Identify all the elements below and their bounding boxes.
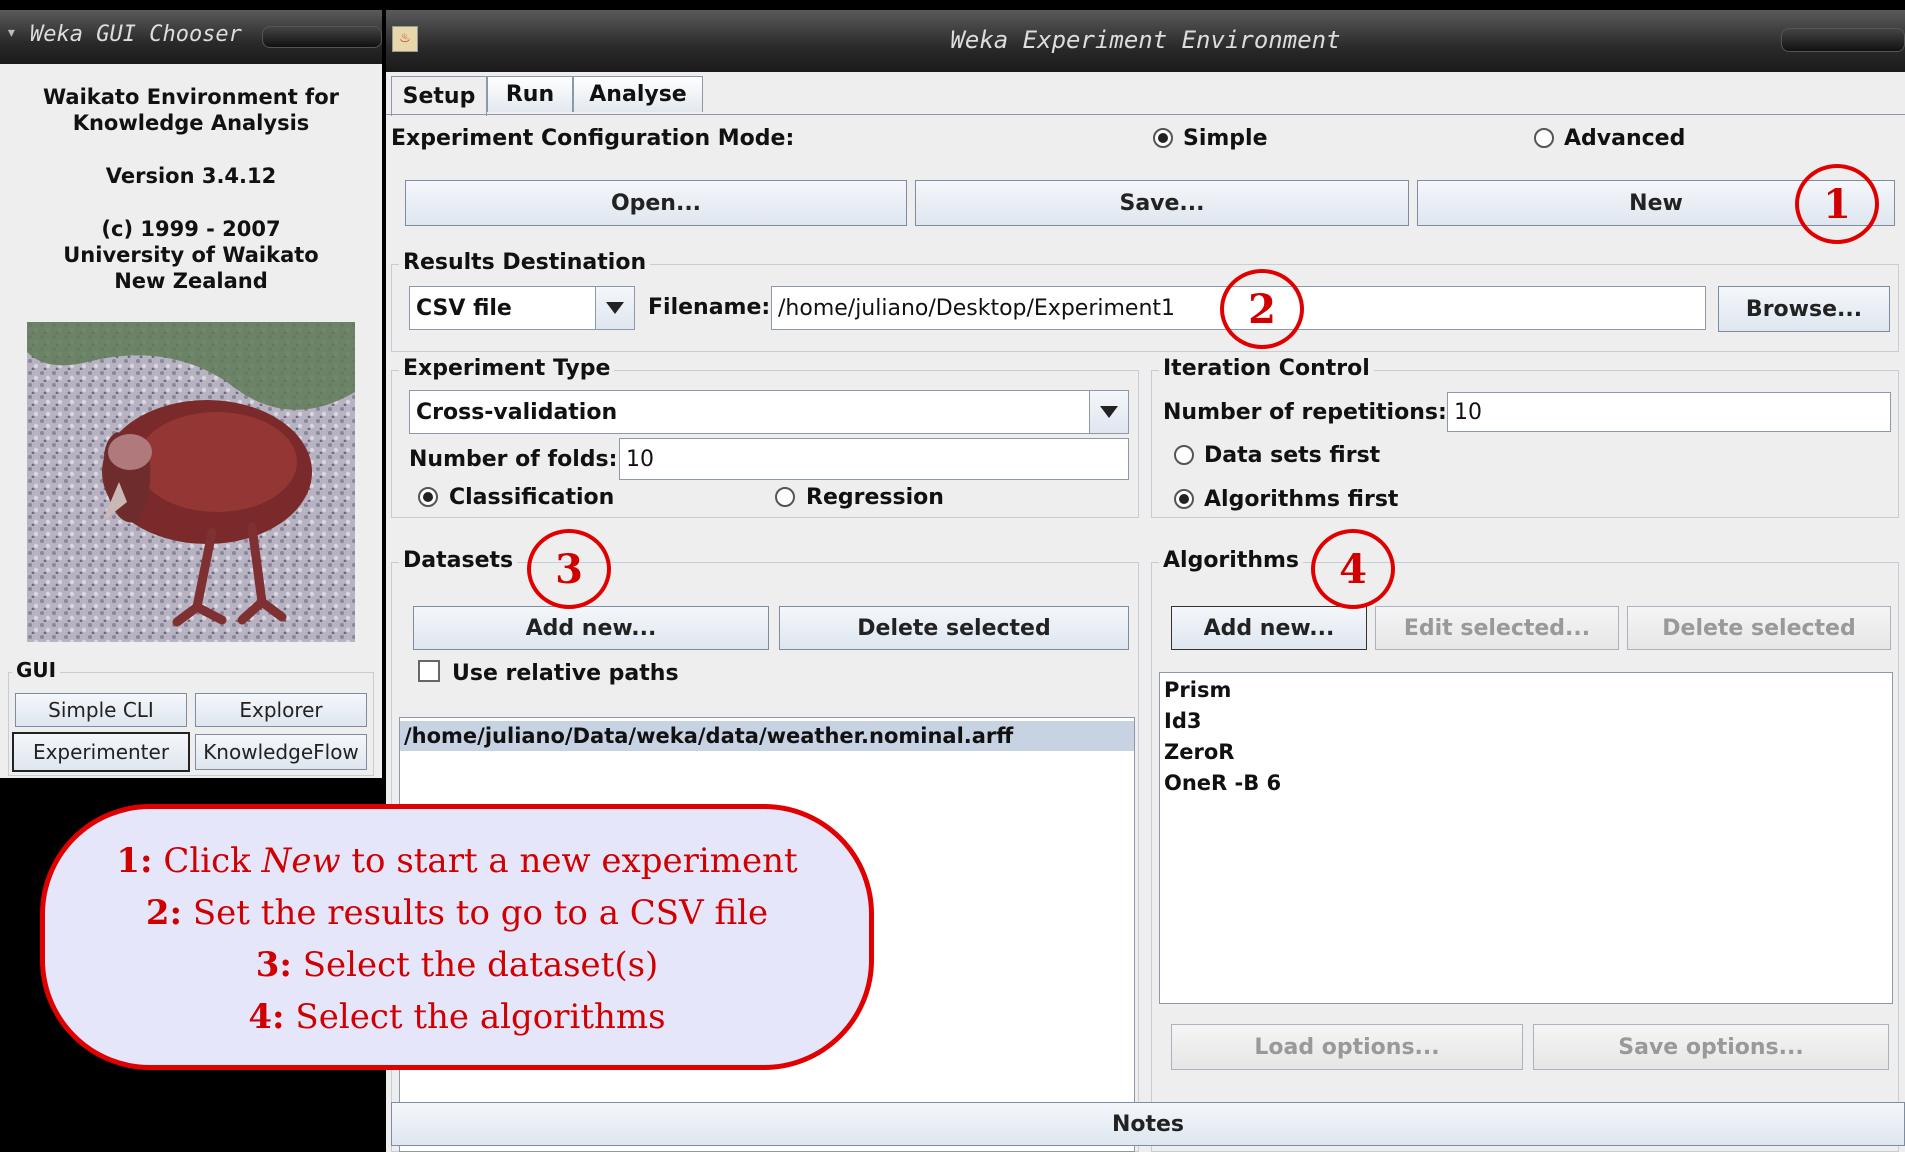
chooser-titlebar[interactable]: ▾ Weka GUI Chooser [0,10,382,64]
experiment-type-legend: Experiment Type [399,356,615,381]
save-button[interactable]: Save... [915,180,1409,226]
about-org2: New Zealand [114,269,268,293]
iteration-control-legend: Iteration Control [1159,356,1374,381]
annotation-circle-1: 1 [1795,164,1879,244]
titlebar-controls[interactable] [262,26,382,48]
relative-paths-checkbox[interactable] [418,660,440,682]
about-org1: University of Waikato [63,243,319,267]
mode-simple-label[interactable]: Simple [1183,126,1268,151]
data-sets-first-label[interactable]: Data sets first [1204,443,1380,468]
explorer-button[interactable]: Explorer [195,693,367,727]
save-options-button[interactable]: Save options... [1533,1024,1889,1070]
relative-paths-label[interactable]: Use relative paths [452,661,679,686]
list-item[interactable]: OneR -B 6 [1160,770,1892,797]
callout-line-3: 3: Select the dataset(s) [255,945,659,985]
notes-button[interactable]: Notes [391,1102,1905,1146]
list-item[interactable]: ZeroR [1160,739,1892,766]
algorithms-legend: Algorithms [1159,548,1304,573]
chooser-title: Weka GUI Chooser [30,22,242,47]
experiment-type-dropdown-icon[interactable] [1089,391,1128,433]
folds-label: Number of folds: [409,447,618,472]
tab-setup[interactable]: Setup [391,76,487,116]
regression-radio[interactable] [775,486,795,507]
browse-button[interactable]: Browse... [1718,286,1890,332]
experiment-titlebar[interactable]: ♨ Weka Experiment Environment [386,10,1905,72]
results-destination-legend: Results Destination [399,250,651,275]
experiment-type-combo[interactable]: Cross-validation [409,390,1129,434]
callout-line-4: 4: Select the algorithms [248,997,666,1037]
classification-radio[interactable] [418,486,438,507]
datasets-legend: Datasets [399,548,518,573]
filename-label: Filename: [648,295,771,320]
instructions-callout: 1: Click New to start a new experiment 2… [40,804,874,1070]
list-item[interactable]: /home/juliano/Data/weka/data/weather.nom… [400,721,1134,751]
datasets-delete-button[interactable]: Delete selected [779,606,1129,650]
mode-advanced-label[interactable]: Advanced [1564,126,1685,151]
chooser-window: Waikato Environment for Knowledge Analys… [0,64,382,778]
mode-advanced-radio[interactable] [1534,127,1554,148]
results-type-combo[interactable]: CSV file [409,286,635,330]
list-item[interactable]: Prism [1160,677,1892,704]
results-type-dropdown-icon[interactable] [595,287,634,329]
tab-analyse[interactable]: Analyse [573,76,703,112]
tab-run[interactable]: Run [487,76,573,112]
load-options-button[interactable]: Load options... [1171,1024,1523,1070]
annotation-circle-2: 2 [1220,269,1304,349]
algorithms-delete-button[interactable]: Delete selected [1627,606,1891,650]
list-item[interactable]: Id3 [1160,708,1892,735]
folds-input[interactable]: 10 [619,438,1129,480]
data-sets-first-radio[interactable] [1174,444,1194,465]
datasets-add-button[interactable]: Add new... [413,606,769,650]
weka-bird-image [27,322,355,642]
simple-cli-button[interactable]: Simple CLI [15,693,187,727]
annotation-circle-3: 3 [527,529,611,609]
repetitions-label: Number of repetitions: [1163,400,1447,425]
results-type-value: CSV file [416,295,512,321]
algorithms-first-label[interactable]: Algorithms first [1204,487,1398,512]
callout-line-2: 2: Set the results to go to a CSV file [145,893,769,933]
callout-line-1: 1: Click New to start a new experiment [116,841,798,881]
algorithms-edit-button[interactable]: Edit selected... [1375,606,1619,650]
annotation-circle-4: 4 [1311,529,1395,609]
about-version: Version 3.4.12 [105,164,277,188]
regression-label[interactable]: Regression [806,485,944,510]
about-line2: Knowledge Analysis [72,111,310,135]
algorithms-list[interactable]: Prism Id3 ZeroR OneR -B 6 [1159,672,1893,1004]
algorithms-first-radio[interactable] [1174,488,1194,509]
classification-label[interactable]: Classification [449,485,614,510]
about-line1: Waikato Environment for [43,85,339,109]
experimenter-button[interactable]: Experimenter [12,732,190,772]
tab-divider [386,114,1905,115]
window-menu-icon[interactable]: ▾ [6,22,17,43]
open-button[interactable]: Open... [405,180,907,226]
mode-simple-radio[interactable] [1153,127,1173,148]
config-mode-label: Experiment Configuration Mode: [391,126,795,151]
algorithms-add-button[interactable]: Add new... [1171,606,1367,650]
repetitions-input[interactable]: 10 [1447,392,1891,432]
knowledgeflow-button[interactable]: KnowledgeFlow [195,734,367,770]
about-copyright: (c) 1999 - 2007 [101,217,281,241]
experiment-titlebar-controls[interactable] [1781,28,1905,52]
gui-label: GUI [12,658,61,682]
experiment-title: Weka Experiment Environment [950,26,1341,54]
experiment-type-value: Cross-validation [416,399,618,425]
